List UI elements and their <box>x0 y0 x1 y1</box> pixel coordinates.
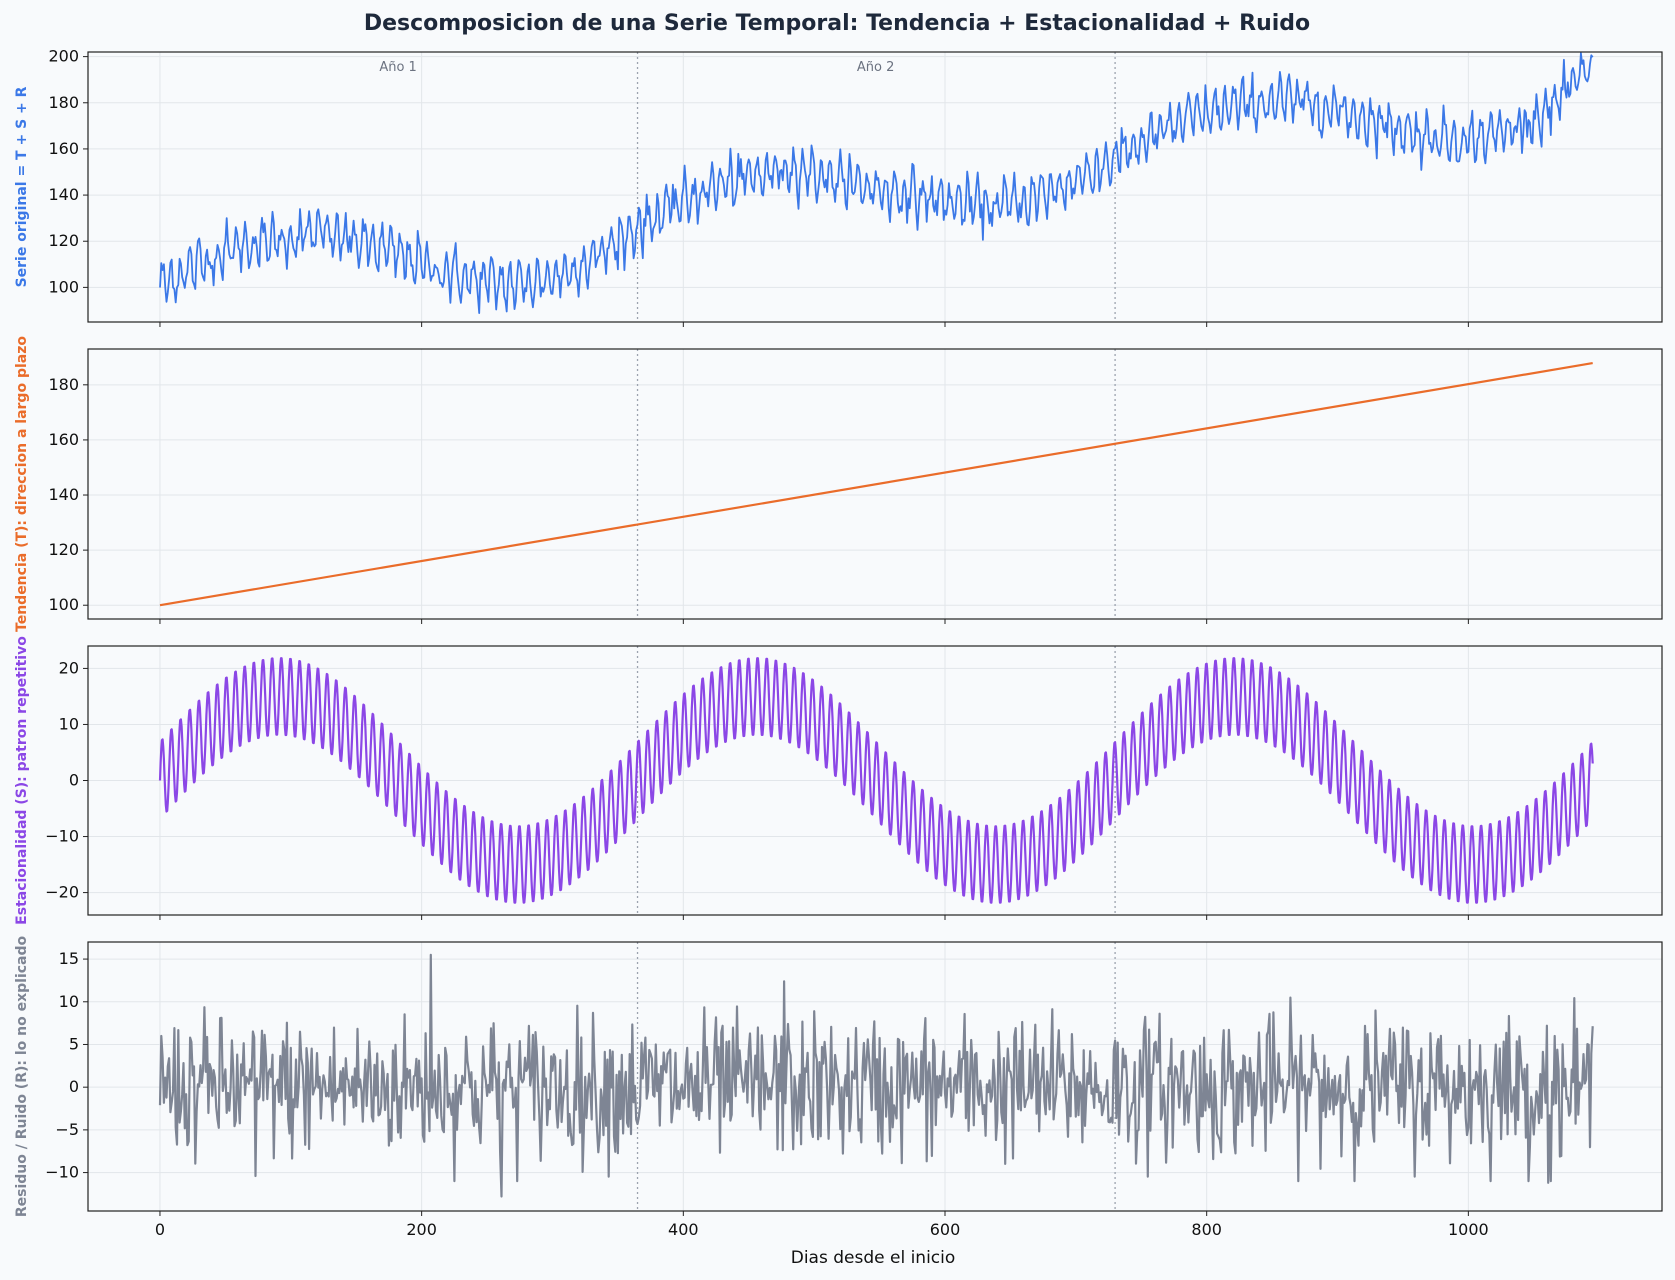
x-axis-label: Dias desde el inicio <box>791 1248 956 1268</box>
y-axis-label-residual: Residuo / Ruido (R): lo no explicado <box>14 935 30 1217</box>
y-tick-label: −10 <box>45 1163 79 1182</box>
y-tick-label: 120 <box>48 540 79 559</box>
y-axis-label-trend: Tendencia (T): direccion a largo plazo <box>14 336 30 632</box>
y-tick-label: 10 <box>59 714 79 733</box>
y-tick-label: 180 <box>48 375 79 394</box>
x-tick-label: 0 <box>155 1220 165 1239</box>
y-tick-label: 120 <box>48 231 79 250</box>
x-tick-label: 800 <box>1191 1220 1222 1239</box>
panel-residual: −10 −5 0 5 10 15 0 200 400 600 800 1000 Residuo / Ru… <box>14 935 1663 1239</box>
figure-title: Descomposicion de una Serie Temporal: Te… <box>364 11 1310 36</box>
panels-container: 100120140160180200Serie original = T + S… <box>14 47 1663 1239</box>
y-tick-label: 20 <box>59 658 79 677</box>
y-tick-label: −10 <box>45 827 79 846</box>
y-tick-label: 0 <box>69 1077 79 1096</box>
figure: Descomposicion de una Serie Temporal: Te… <box>14 11 1663 1268</box>
y-tick-label: 5 <box>69 1034 79 1053</box>
y-axis-label-original: Serie original = T + S + R <box>14 86 30 287</box>
x-tick-label: 200 <box>406 1220 437 1239</box>
y-tick-label: 140 <box>48 485 79 504</box>
y-tick-label: −5 <box>55 1120 79 1139</box>
y-tick-label: 10 <box>59 992 79 1011</box>
y-tick-label: 160 <box>48 430 79 449</box>
panel-trend: 100 120 140 160 180 Tendencia (T): direccion … <box>14 336 1663 632</box>
y-tick-label: 180 <box>48 93 79 112</box>
y-tick-label: 100 <box>48 277 79 296</box>
y-tick-label: 140 <box>48 185 79 204</box>
y-axis-label-seasonal: Estacionalidad (S): patron repetitivo <box>14 636 30 925</box>
panel-original: 100 120 140 160 180 200 Serie original = T + S… <box>14 47 1663 327</box>
y-tick-label: −20 <box>45 883 79 902</box>
x-tick-label: 400 <box>668 1220 699 1239</box>
y-tick-label: 200 <box>48 47 79 66</box>
y-tick-label: 15 <box>59 949 79 968</box>
panel-seasonal: −20 −10 0 10 20 Estacionalidad (S): patron re… <box>14 636 1663 925</box>
x-tick-label: 1000 <box>1448 1220 1489 1239</box>
y-tick-label: 160 <box>48 139 79 158</box>
x-tick-label: 600 <box>930 1220 961 1239</box>
year-label: Año 1 <box>379 60 417 75</box>
year-label: Año 2 <box>857 60 895 75</box>
y-tick-label: 100 <box>48 595 79 614</box>
y-tick-label: 0 <box>69 771 79 790</box>
